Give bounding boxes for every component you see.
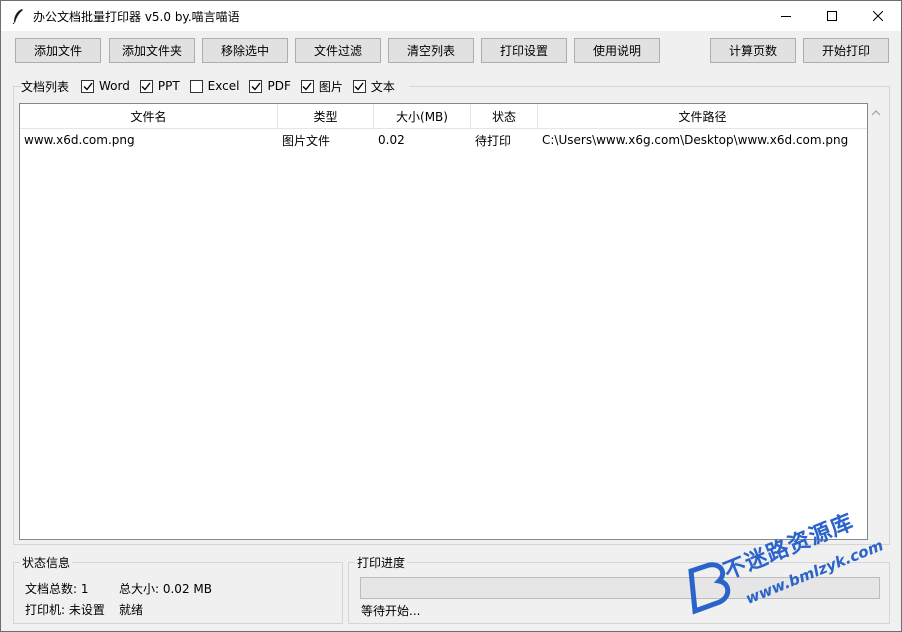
usage-help-button[interactable]: 使用说明 bbox=[574, 38, 660, 63]
column-header-filename[interactable]: 文件名 bbox=[20, 104, 278, 129]
checkmark-icon[interactable] bbox=[81, 79, 95, 93]
state-text: 就绪 bbox=[119, 603, 144, 617]
filter-checkbox-0[interactable]: Word bbox=[81, 79, 130, 93]
printer-text: 打印机: 未设置 bbox=[25, 603, 105, 617]
doc-count-text: 文档总数: 1 bbox=[25, 582, 89, 596]
add-folder-button[interactable]: 添加文件夹 bbox=[109, 38, 195, 63]
checkmark-icon[interactable] bbox=[352, 79, 366, 93]
filter-checkbox-label: 文本 bbox=[370, 79, 395, 94]
file-table[interactable]: 文件名 类型 大小(MB) 状态 文件路径 www.x6d.com.png 图片… bbox=[19, 103, 868, 540]
table-row[interactable]: www.x6d.com.png 图片文件 0.02 待打印 C:\Users\w… bbox=[20, 129, 867, 151]
column-header-status[interactable]: 状态 bbox=[471, 104, 538, 129]
clear-list-button[interactable]: 清空列表 bbox=[388, 38, 474, 63]
cell-size: 0.02 bbox=[378, 133, 405, 147]
filter-checkbox-4[interactable]: 图片 bbox=[300, 78, 343, 95]
remove-selected-button[interactable]: 移除选中 bbox=[202, 38, 288, 63]
cell-status: 待打印 bbox=[475, 133, 512, 148]
status-info-title: 状态信息 bbox=[20, 554, 73, 571]
filter-checkbox-label: PPT bbox=[157, 79, 180, 93]
filter-checkbox-2[interactable]: Excel bbox=[189, 79, 240, 93]
minimize-icon bbox=[781, 16, 791, 17]
close-icon bbox=[873, 11, 883, 21]
filter-checkbox-label: PDF bbox=[267, 79, 291, 93]
checkbox-empty-icon[interactable] bbox=[189, 79, 203, 93]
maximize-icon bbox=[827, 11, 837, 21]
maximize-button[interactable] bbox=[809, 1, 855, 31]
start-print-button[interactable]: 开始打印 bbox=[803, 38, 889, 63]
feather-icon bbox=[11, 8, 25, 25]
title-bar[interactable]: 办公文档批量打印器 v5.0 by.喵言喵语 bbox=[1, 1, 901, 31]
filter-checkbox-3[interactable]: PDF bbox=[249, 79, 291, 93]
filter-row: 文档列表 Word PPT Excel PDF 图片 文本 bbox=[21, 77, 409, 95]
column-header-path[interactable]: 文件路径 bbox=[538, 104, 867, 129]
app-window: 办公文档批量打印器 v5.0 by.喵言喵语 添加文件 添加文件夹 移除选中 文… bbox=[0, 0, 902, 632]
table-header: 文件名 类型 大小(MB) 状态 文件路径 bbox=[20, 104, 867, 129]
filter-checkbox-label: Excel bbox=[207, 79, 240, 93]
filter-checkbox-5[interactable]: 文本 bbox=[352, 78, 395, 95]
filter-checkbox-label: Word bbox=[99, 79, 130, 93]
cell-filename: www.x6d.com.png bbox=[24, 133, 135, 147]
minimize-button[interactable] bbox=[763, 1, 809, 31]
checkmark-icon[interactable] bbox=[249, 79, 263, 93]
filter-checkbox-1[interactable]: PPT bbox=[139, 79, 180, 93]
column-header-size[interactable]: 大小(MB) bbox=[374, 104, 471, 129]
print-settings-button[interactable]: 打印设置 bbox=[481, 38, 567, 63]
add-file-button[interactable]: 添加文件 bbox=[15, 38, 101, 63]
checkmark-icon[interactable] bbox=[139, 79, 153, 93]
close-button[interactable] bbox=[855, 1, 901, 31]
column-header-type[interactable]: 类型 bbox=[278, 104, 374, 129]
cell-path: C:\Users\www.x6g.com\Desktop\www.x6d.com… bbox=[542, 133, 849, 147]
print-progress-bar bbox=[360, 577, 880, 599]
checkmark-icon[interactable] bbox=[300, 79, 314, 93]
total-size-text: 总大小: 0.02 MB bbox=[119, 582, 212, 596]
count-pages-button[interactable]: 计算页数 bbox=[710, 38, 796, 63]
scroll-up-icon[interactable] bbox=[871, 109, 881, 117]
progress-message: 等待开始... bbox=[361, 604, 421, 618]
document-list-label: 文档列表 bbox=[21, 79, 70, 94]
file-filter-button[interactable]: 文件过滤 bbox=[295, 38, 381, 63]
window-title: 办公文档批量打印器 v5.0 by.喵言喵语 bbox=[33, 9, 240, 24]
filter-checkbox-label: 图片 bbox=[318, 79, 343, 94]
print-progress-title: 打印进度 bbox=[355, 554, 408, 571]
cell-type: 图片文件 bbox=[282, 133, 331, 148]
